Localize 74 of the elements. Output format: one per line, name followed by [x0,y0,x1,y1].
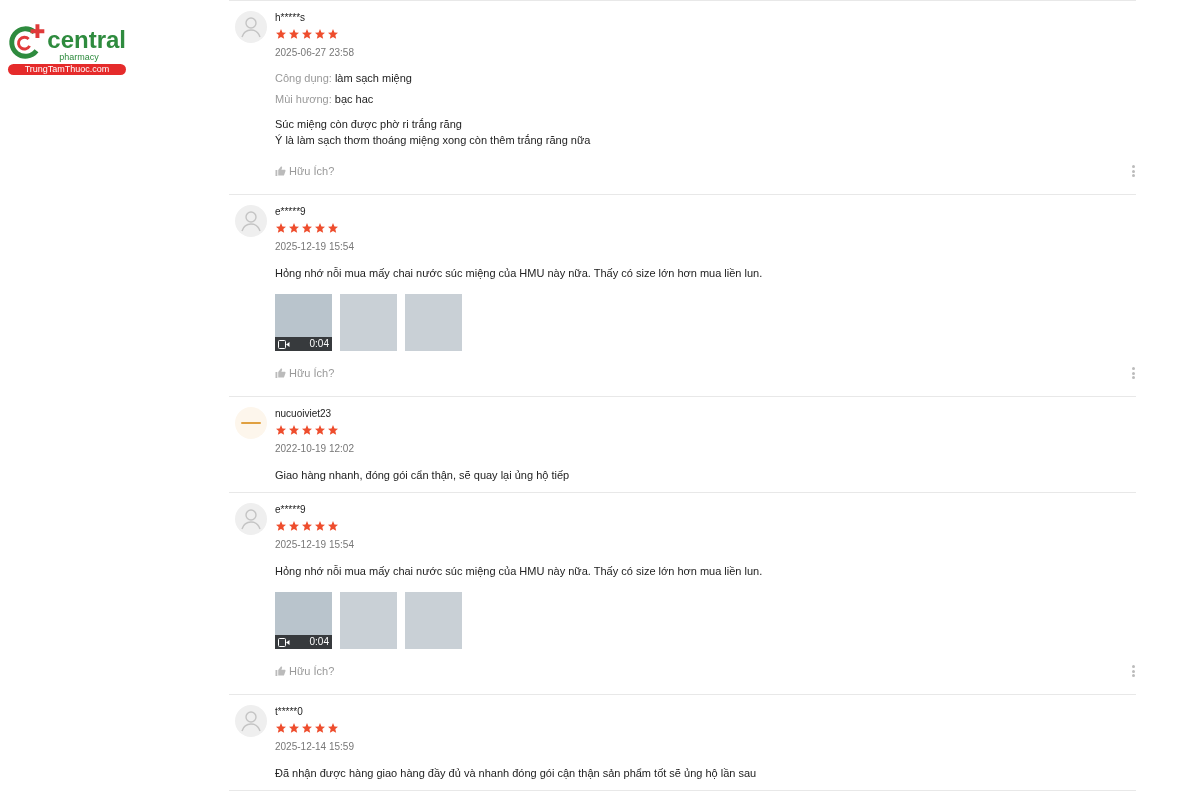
video-thumbnail[interactable]: 0:04 [275,592,332,649]
review-text: Hỏng nhớ nỗi mua mấy chai nước súc miệng của HMU này nữa. Thấy có size lớn hơn mua liền lun. [275,564,764,579]
helpful-button[interactable]: Hữu Ích? [275,364,335,382]
star-icon [314,28,326,40]
star-icon [275,424,287,436]
star-icon [327,424,339,436]
video-duration: 0:04 [309,637,329,647]
helpful-button[interactable]: Hữu Ích? [275,662,335,680]
review-date: 2022-10-19 12:02 [275,443,355,455]
user-avatar-icon [235,205,267,237]
review-text: Giao hàng nhanh, đóng gói cẩn thận, sẽ quay lại ủng hộ tiếp [275,468,571,483]
logo[interactable]: central pharmacy TrungTamThuoc.com [8,22,126,75]
star-icon [288,424,300,436]
star-icon [275,722,287,734]
star-icon [327,28,339,40]
star-icon [301,28,313,40]
user-avatar-icon [235,11,267,43]
review-date: 2025-06-27 23:58 [275,47,355,59]
user-avatar-icon [235,503,267,535]
star-icon [275,28,287,40]
star-icon [301,424,313,436]
star-icon [288,28,300,40]
photo-placeholder[interactable] [405,592,462,649]
video-camera-icon [278,339,290,349]
review-date: 2025-12-19 15:54 [275,241,355,253]
star-icon [327,222,339,234]
helpful-button[interactable]: Hữu Ích? [275,162,335,180]
photo-placeholder[interactable] [405,294,462,351]
star-icon [327,722,339,734]
star-icon [301,520,313,532]
logo-site-badge: TrungTamThuoc.com [8,64,126,75]
review-text: Hỏng nhớ nỗi mua mấy chai nước súc miệng của HMU này nữa. Thấy có size lớn hơn mua liền lun. [275,266,764,281]
star-icon [327,520,339,532]
logo-mark-icon [8,22,46,62]
video-duration: 0:04 [309,339,329,349]
star-icon [314,520,326,532]
user-avatar-icon [235,705,267,737]
logo-tagline: pharmacy [58,52,100,62]
star-icon [288,520,300,532]
more-options-button[interactable] [1130,366,1136,380]
star-icon [288,222,300,234]
username: nucuoiviet23 [275,407,333,421]
review-text: Ý là làm sạch thơm thoáng miệng xong còn thêm trắng răng nữa [275,133,592,148]
username: t*****0 [275,705,304,719]
review-date: 2025-12-14 15:59 [275,741,355,753]
star-icon [275,222,287,234]
username: e*****9 [275,503,307,517]
photo-placeholder[interactable] [340,294,397,351]
star-icon [301,222,313,234]
more-options-button[interactable] [1130,664,1136,678]
attribute-value: làm sạch miệng [334,71,412,86]
review-text: Súc miệng còn được phờ ri trắng răng [275,117,463,132]
star-icon [314,222,326,234]
attribute-label: Mùi hương: [275,92,332,107]
thumbs-up-icon [275,368,286,378]
review-text: Đã nhận được hàng giao hàng đầy đủ và nhanh đóng gói cận thận sản phẩm tốt sẽ ủng hộ lần sau [275,766,758,781]
username: e*****9 [275,205,307,219]
username: h*****s [275,11,307,25]
attribute-label: Công dụng: [275,71,332,86]
star-icon [288,722,300,734]
brand-avatar-icon [235,407,267,439]
star-icon [314,722,326,734]
star-icon [314,424,326,436]
video-thumbnail[interactable]: 0:04 [275,294,332,351]
star-icon [301,722,313,734]
video-camera-icon [278,637,290,647]
thumbs-up-icon [275,166,286,176]
more-options-button[interactable] [1130,164,1136,178]
attribute-value: bạc hac [334,92,374,107]
thumbs-up-icon [275,666,286,676]
logo-name: central [47,28,126,52]
review-date: 2025-12-19 15:54 [275,539,355,551]
photo-placeholder[interactable] [340,592,397,649]
star-icon [275,520,287,532]
